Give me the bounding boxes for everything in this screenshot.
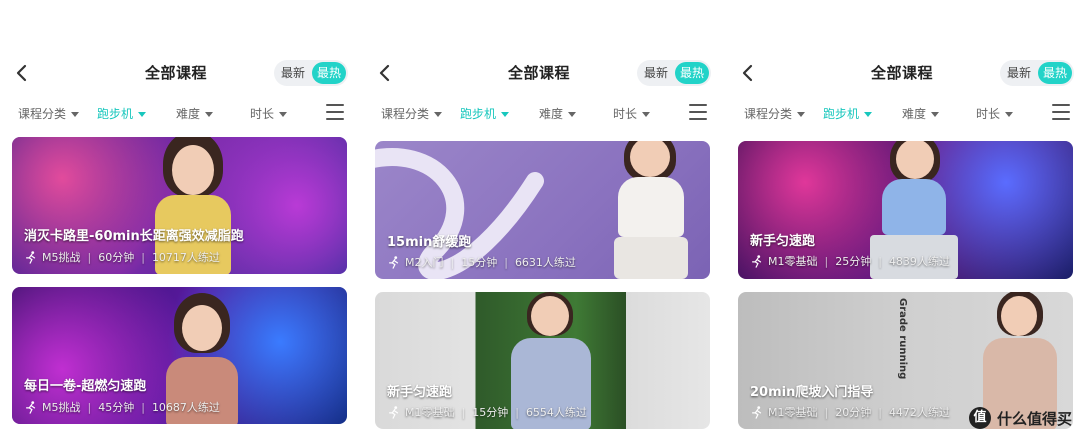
caret-down-icon — [501, 112, 510, 117]
filter-duration[interactable]: 时长 — [613, 105, 651, 122]
filter-duration[interactable]: 时长 — [250, 105, 288, 122]
filter-treadmill[interactable]: 跑步机 — [460, 105, 510, 122]
screen-1: 全部课程 最新 最热 课程分类 跑步机 难度 时长 消灭卡路里-60min长距离… — [0, 0, 352, 439]
course-meta: M5挑战 | 45分钟 | 10687人练过 — [24, 399, 220, 415]
filter-bar: 课程分类 跑步机 难度 时长 — [726, 102, 1078, 126]
course-meta: M2入门 | 15分钟 | 6631人练过 — [387, 254, 576, 270]
top-bar: 全部课程 最新 最热 — [0, 58, 352, 88]
sort-toggle: 最新 最热 — [637, 60, 711, 86]
course-title: 新手匀速跑 — [387, 385, 453, 400]
course-meta: M1零基础 | 25分钟 | 4839人练过 — [750, 253, 950, 269]
filter-category[interactable]: 课程分类 — [18, 105, 80, 122]
poster-text: Grade running — [897, 298, 908, 380]
filter-treadmill[interactable]: 跑步机 — [823, 105, 873, 122]
menu-icon[interactable] — [326, 104, 344, 122]
filter-bar: 课程分类 跑步机 难度 时长 — [0, 102, 352, 126]
course-meta: M1零基础 | 15分钟 | 6554人练过 — [387, 404, 587, 420]
course-card[interactable]: 新手匀速跑 M1零基础 | 25分钟 | 4839人练过 — [738, 141, 1073, 279]
menu-icon[interactable] — [1052, 104, 1070, 122]
watermark-text: 什么值得买 — [996, 409, 1072, 428]
caret-down-icon — [205, 112, 214, 117]
filter-treadmill[interactable]: 跑步机 — [97, 105, 147, 122]
filter-category[interactable]: 课程分类 — [381, 105, 443, 122]
sort-hottest-option[interactable]: 最热 — [312, 62, 346, 84]
runner-icon — [26, 401, 36, 414]
caret-down-icon — [864, 112, 873, 117]
course-card[interactable]: 消灭卡路里-60min长距离强效减脂跑 M5挑战 | 60分钟 | 10717人练过 — [12, 137, 347, 274]
caret-down-icon — [71, 112, 80, 117]
course-title: 每日一卷-超燃匀速跑 — [24, 379, 147, 394]
course-meta: M5挑战 | 60分钟 | 10717人练过 — [24, 249, 220, 265]
sort-hottest-option[interactable]: 最热 — [675, 62, 709, 84]
filter-difficulty[interactable]: 难度 — [539, 105, 577, 122]
filter-bar: 课程分类 跑步机 难度 时长 — [363, 102, 715, 126]
course-title: 新手匀速跑 — [750, 234, 816, 249]
instructor-image — [600, 141, 700, 279]
caret-down-icon — [279, 112, 288, 117]
watermark: 值 什么值得买 — [968, 407, 1072, 429]
course-card[interactable]: 每日一卷-超燃匀速跑 M5挑战 | 45分钟 | 10687人练过 — [12, 287, 347, 424]
runner-icon — [26, 251, 36, 264]
sort-toggle: 最新 最热 — [1000, 60, 1074, 86]
runner-icon — [752, 406, 762, 419]
course-title: 20min爬坡入门指导 — [750, 385, 874, 400]
caret-down-icon — [138, 112, 147, 117]
caret-down-icon — [1005, 112, 1014, 117]
watermark-logo: 值 — [968, 407, 991, 429]
top-bar: 全部课程 最新 最热 — [363, 58, 715, 88]
runner-icon — [389, 256, 399, 269]
screen-2: 全部课程 最新 最热 课程分类 跑步机 难度 时长 15min舒缓跑 M2入门 |… — [363, 0, 715, 439]
sort-newest-option[interactable]: 最新 — [276, 60, 310, 86]
filter-difficulty[interactable]: 难度 — [902, 105, 940, 122]
sort-hottest-option[interactable]: 最热 — [1038, 62, 1072, 84]
caret-down-icon — [568, 112, 577, 117]
menu-icon[interactable] — [689, 104, 707, 122]
caret-down-icon — [797, 112, 806, 117]
runner-icon — [752, 255, 762, 268]
course-card[interactable]: 新手匀速跑 M1零基础 | 15分钟 | 6554人练过 — [375, 292, 710, 429]
caret-down-icon — [434, 112, 443, 117]
filter-difficulty[interactable]: 难度 — [176, 105, 214, 122]
course-title: 15min舒缓跑 — [387, 235, 472, 250]
course-meta: M1零基础 | 20分钟 | 4472人练过 — [750, 404, 950, 420]
caret-down-icon — [642, 112, 651, 117]
sort-newest-option[interactable]: 最新 — [639, 60, 673, 86]
runner-icon — [389, 406, 399, 419]
sort-newest-option[interactable]: 最新 — [1002, 60, 1036, 86]
filter-duration[interactable]: 时长 — [976, 105, 1014, 122]
course-card[interactable]: 15min舒缓跑 M2入门 | 15分钟 | 6631人练过 — [375, 141, 710, 279]
sort-toggle: 最新 最热 — [274, 60, 348, 86]
top-bar: 全部课程 最新 最热 — [726, 58, 1078, 88]
filter-category[interactable]: 课程分类 — [744, 105, 806, 122]
course-title: 消灭卡路里-60min长距离强效减脂跑 — [24, 229, 244, 244]
caret-down-icon — [931, 112, 940, 117]
screen-3: 全部课程 最新 最热 课程分类 跑步机 难度 时长 新手匀速跑 M1零基础 | 2… — [726, 0, 1078, 439]
